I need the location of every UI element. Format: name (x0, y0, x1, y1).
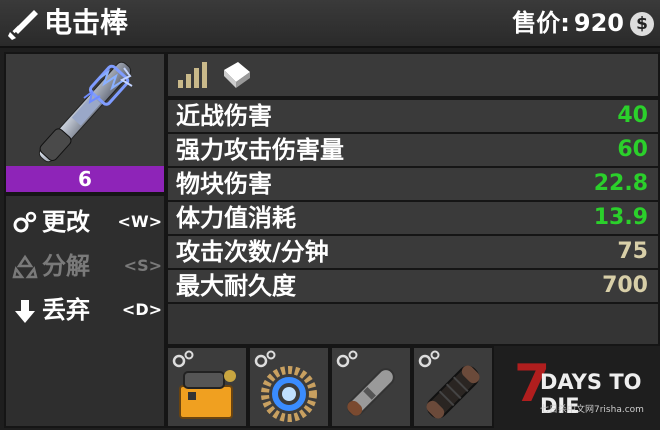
quality-level: 6 (6, 166, 164, 192)
item-header: 电击棒 售价: 920 $ (0, 0, 660, 48)
recycle-icon (12, 254, 38, 279)
price: 售价: 920 (512, 8, 624, 38)
stat-name: 体力值消耗 (176, 204, 296, 232)
book-icon[interactable] (220, 60, 252, 90)
stat-row-max-durability: 最大耐久度 700 (166, 268, 660, 304)
stun-baton-icon (38, 61, 133, 163)
coil-mod-icon (261, 366, 317, 422)
logo-subtext: 七日杀中文网7risha.com (540, 405, 644, 415)
stat-name: 强力攻击伤害量 (176, 136, 344, 164)
item-preview: 6 (4, 52, 166, 194)
tier-bars-icon (178, 62, 207, 88)
stat-name: 物块伤害 (176, 170, 272, 198)
action-key: <S> (123, 256, 162, 275)
stat-row-block-damage: 物块伤害 22.8 (166, 166, 660, 202)
item-info-window: 电击棒 售价: 920 $ 6 更改 <W> 分解 <S> 丢弃 <D> 近战伤… (0, 0, 660, 430)
price-label: 售价: (512, 9, 570, 37)
action-label: 更改 (42, 208, 90, 236)
gears-icon (13, 211, 37, 233)
melee-weapon-icon (8, 10, 38, 40)
stat-value: 13.9 (593, 205, 648, 230)
action-key: <W> (117, 212, 162, 231)
action-list: 更改 <W> 分解 <S> 丢弃 <D> (4, 194, 166, 428)
action-label: 分解 (42, 252, 90, 280)
action-drop[interactable]: 丢弃 <D> (6, 290, 164, 330)
stat-name: 攻击次数/分钟 (176, 238, 329, 266)
stat-value: 60 (617, 137, 648, 162)
action-scrap[interactable]: 分解 <S> (6, 246, 164, 286)
battery-mod-icon (179, 370, 236, 419)
game-logo: 7 DAYS TO DIE 七日杀中文网7risha.com (504, 354, 654, 424)
action-modify[interactable]: 更改 <W> (6, 202, 164, 242)
stat-value: 75 (617, 239, 648, 264)
stat-name: 近战伤害 (176, 102, 272, 130)
mod-slot-1[interactable] (166, 346, 248, 428)
stat-row-attacks-per-minute: 攻击次数/分钟 75 (166, 234, 660, 270)
stats-icons-row (166, 52, 660, 98)
tube-mod-icon (347, 368, 395, 416)
stat-value: 700 (602, 273, 648, 298)
coin-icon: $ (630, 12, 654, 36)
mod-slot-3[interactable] (330, 346, 412, 428)
mod-slot-4[interactable] (412, 346, 494, 428)
arrow-down-icon (15, 300, 35, 323)
price-value: 920 (573, 9, 624, 37)
handle-mod-icon (426, 365, 480, 419)
action-label: 丢弃 (42, 296, 90, 324)
stat-value: 22.8 (593, 171, 648, 196)
item-title: 电击棒 (44, 6, 129, 39)
action-key: <D> (121, 300, 162, 319)
stat-row-power-attack-damage: 强力攻击伤害量 60 (166, 132, 660, 168)
mod-slot-2[interactable] (248, 346, 330, 428)
stat-value: 40 (617, 103, 648, 128)
stats-empty-row (166, 302, 660, 346)
stat-name: 最大耐久度 (176, 272, 296, 300)
stat-row-melee-damage: 近战伤害 40 (166, 98, 660, 134)
stat-row-stamina-cost: 体力值消耗 13.9 (166, 200, 660, 236)
